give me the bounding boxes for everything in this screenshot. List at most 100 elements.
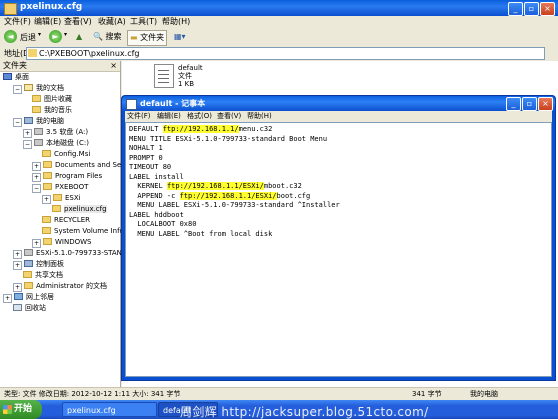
file-name: default (178, 64, 203, 72)
close-icon[interactable]: × (110, 61, 117, 71)
close-button[interactable]: × (540, 2, 555, 16)
cd-drive-icon (24, 249, 33, 256)
tree-item-control-panel[interactable]: + 控制面板 (13, 259, 64, 270)
tree-item-admin-documents[interactable]: + Administrator 的文档 (13, 281, 107, 292)
text-line: MENU LABEL ESXi-5.1.0-799733-standard ^I… (129, 201, 339, 211)
line-text: KERNEL (129, 182, 167, 190)
text-line: LABEL install (129, 173, 340, 183)
text-line: PROMPT 0 (129, 154, 340, 164)
drive-icon (34, 139, 43, 146)
notepad-content: DEFAULT ftp://192.168.1.1/menu.c32 MENU T… (129, 125, 340, 239)
tree-item-desktop[interactable]: 桌面 (3, 72, 29, 83)
menu-tools[interactable]: 工具(T) (130, 16, 157, 28)
collapse-icon[interactable]: − (32, 184, 41, 193)
taskbar-item-explorer[interactable]: pxelinux.cfg (62, 402, 157, 417)
tree-item-network-places[interactable]: + 网上邻居 (3, 292, 54, 303)
tree-item-recycler[interactable]: RECYCLER (42, 215, 90, 226)
expand-icon[interactable]: + (13, 283, 22, 292)
highlighted-url: ftp://192.168.1.1/ (162, 125, 239, 133)
close-button[interactable]: × (538, 97, 553, 111)
folder-icon (43, 172, 52, 179)
chevron-down-icon[interactable]: ▾ (64, 31, 67, 38)
recycle-bin-icon (13, 304, 22, 311)
start-button[interactable]: 开始 (0, 400, 42, 419)
collapse-icon[interactable]: − (13, 85, 22, 94)
tree-label: 我的音乐 (44, 106, 72, 114)
minimize-button[interactable]: _ (508, 2, 523, 16)
tree-item-esxi[interactable]: + ESXi (42, 193, 81, 204)
menu-file[interactable]: 文件(F) (4, 16, 31, 28)
folder-tree-panel: 文件夹 × 桌面 − 我的文档 图片收藏 我的音乐 − 我的电脑 +3.5 软盘 (… (0, 61, 147, 387)
expand-icon[interactable]: + (13, 250, 22, 259)
menu-help[interactable]: 帮助(H) (162, 16, 190, 28)
expand-icon[interactable]: + (32, 239, 41, 248)
folder-panel-title: 文件夹 (3, 61, 27, 70)
menu-view[interactable]: 查看(V) (64, 16, 92, 28)
collapse-icon[interactable]: − (13, 118, 22, 127)
text-line: NOHALT 1 (129, 144, 340, 154)
computer-icon (24, 117, 33, 124)
back-arrow-icon[interactable]: ◄ (4, 30, 17, 43)
menu-format[interactable]: 格式(O) (187, 111, 212, 122)
views-icon[interactable]: ▦▾ (172, 30, 188, 44)
tree-item-pxeboot[interactable]: − PXEBOOT (32, 182, 88, 193)
menu-edit[interactable]: 编辑(E) (34, 16, 61, 28)
text-line: MENU TITLE ESXi-5.1.0-799733-standard Bo… (129, 135, 340, 145)
highlighted-url: ftp://192.168.1.1/ESXi/ (179, 191, 277, 200)
menu-file[interactable]: 文件(F) (127, 111, 151, 122)
maximize-button[interactable]: ▫ (524, 2, 539, 16)
tree-label: 图片收藏 (44, 95, 72, 103)
tree-item-my-documents[interactable]: − 我的文档 (13, 83, 64, 94)
minimize-button[interactable]: _ (506, 97, 521, 111)
tree-item-pxelinux-cfg[interactable]: pxelinux.cfg (52, 204, 107, 215)
tree-item-program-files[interactable]: + Program Files (32, 171, 102, 182)
notepad-text-area[interactable]: DEFAULT ftp://192.168.1.1/menu.c32 MENU T… (125, 122, 552, 377)
folders-label: 文件夹 (140, 33, 165, 42)
search-button[interactable]: 🔍 搜索 (91, 30, 124, 44)
tree-item-my-computer[interactable]: − 我的电脑 (13, 116, 64, 127)
forward-arrow-icon[interactable]: ► (49, 30, 62, 43)
tree-item-windows[interactable]: + WINDOWS (32, 237, 92, 248)
expand-icon[interactable]: + (3, 294, 12, 303)
expand-icon[interactable]: + (13, 261, 22, 270)
folder-panel-header: 文件夹 × (0, 61, 120, 72)
line-text: PROMPT 0 (129, 153, 163, 162)
explorer-title-bar[interactable]: pxelinux.cfg _ ▫ × (0, 0, 558, 16)
menu-view[interactable]: 查看(V) (217, 111, 241, 122)
folder-icon (53, 194, 62, 201)
menu-help[interactable]: 帮助(H) (247, 111, 272, 122)
tree-item-floppy[interactable]: +3.5 软盘 (A:) (23, 127, 88, 138)
notepad-menubar: 文件(F) 编辑(E) 格式(O) 查看(V) 帮助(H) (125, 111, 552, 122)
up-folder-icon[interactable]: ▲ (74, 30, 84, 44)
tree-item-my-pictures[interactable]: 图片收藏 (32, 94, 72, 105)
tree-label: 共享文档 (35, 271, 63, 279)
tree-item-recycle-bin[interactable]: 回收站 (13, 303, 46, 314)
expand-icon[interactable]: + (23, 129, 32, 138)
folder-icon (28, 49, 37, 57)
back-button-label[interactable]: 后退 (20, 32, 36, 43)
expand-icon[interactable]: + (32, 162, 41, 171)
chevron-down-icon[interactable]: ▾ (38, 31, 41, 38)
collapse-icon[interactable]: − (23, 140, 32, 149)
tree-label: ESXi (65, 194, 81, 202)
line-text: MENU TITLE ESXi-5.1.0-799733-standard Bo… (129, 134, 328, 143)
folders-button[interactable]: ▬ 文件夹 (127, 30, 168, 46)
windows-logo-icon (3, 405, 12, 414)
tree-item-local-disk-c[interactable]: − 本地磁盘 (C:) (23, 138, 89, 149)
address-input[interactable]: C:\PXEBOOT\pxelinux.cfg (26, 47, 545, 60)
notepad-title-bar[interactable]: default - 记事本 _ ▫ × (122, 96, 555, 111)
text-line: KERNEL ftp://192.168.1.1/ESXi/mboot.c32 (129, 182, 340, 192)
tree-item-my-music[interactable]: 我的音乐 (32, 105, 72, 116)
tree-item-shared-documents[interactable]: 共享文档 (23, 270, 63, 281)
text-file-icon[interactable] (154, 64, 174, 88)
line-text: LABEL hddboot (129, 210, 184, 219)
expand-icon[interactable]: + (32, 173, 41, 182)
tree-item-config-msi[interactable]: Config.Msi (42, 149, 90, 160)
menu-favorites[interactable]: 收藏(A) (98, 16, 126, 28)
menu-edit[interactable]: 编辑(E) (157, 111, 181, 122)
maximize-button[interactable]: ▫ (522, 97, 537, 111)
text-line: MENU LABEL ^Boot from local disk (129, 230, 340, 240)
expand-icon[interactable]: + (42, 195, 51, 204)
start-label: 开始 (14, 404, 33, 414)
file-item-default[interactable]: default 文件 1 KB (178, 64, 203, 88)
